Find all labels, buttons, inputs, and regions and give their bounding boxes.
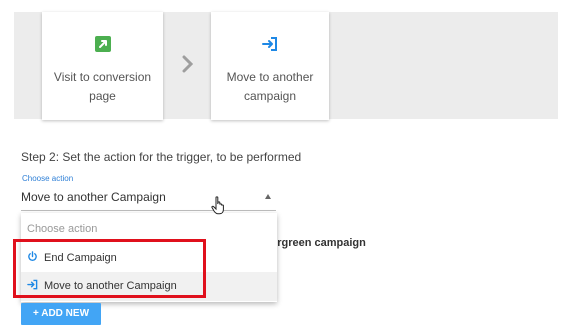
action-card-label: Move to another campaign xyxy=(226,70,314,103)
external-link-icon xyxy=(94,36,111,52)
sign-in-icon xyxy=(262,36,278,52)
step-2-label: Step 2: Set the action for the trigger, … xyxy=(21,150,302,164)
select-value: Move to another Campaign xyxy=(21,190,166,204)
annotation-highlight-box xyxy=(13,239,206,298)
caret-up-icon xyxy=(265,194,271,199)
hand-cursor-icon xyxy=(211,196,227,215)
trigger-card-move-campaign[interactable]: Move to another campaign xyxy=(211,12,329,120)
add-new-button[interactable]: + ADD NEW xyxy=(21,303,101,325)
trigger-card-label: Visit to conversion page xyxy=(53,70,152,103)
select-caption: Choose action xyxy=(22,174,74,183)
campaign-name-partial: vergreen campaign xyxy=(265,237,366,249)
chevron-right-icon xyxy=(180,55,196,73)
choose-action-select[interactable]: Move to another Campaign xyxy=(21,186,276,211)
trigger-card-visit-conversion[interactable]: Visit to conversion page xyxy=(42,12,163,120)
